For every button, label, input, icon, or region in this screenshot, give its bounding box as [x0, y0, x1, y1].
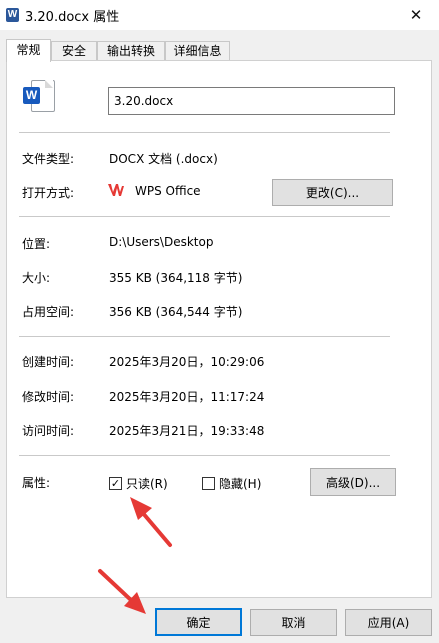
- readonly-label[interactable]: 只读(R): [126, 475, 168, 492]
- created-value: 2025年3月20日，10:29:06: [109, 355, 265, 369]
- general-panel: W 文件类型: DOCX 文档 (.docx) 打开方式: WPS Office…: [6, 60, 432, 598]
- file-type-label: 文件类型:: [22, 152, 75, 166]
- tab-output-conversion[interactable]: 输出转换: [97, 41, 165, 60]
- hidden-checkbox[interactable]: [202, 477, 215, 490]
- divider: [19, 132, 390, 133]
- window-title: 3.20.docx 属性: [25, 10, 120, 25]
- accessed-label: 访问时间:: [22, 424, 75, 438]
- readonly-checkbox[interactable]: ✓: [109, 477, 122, 490]
- tab-general[interactable]: 常规: [6, 39, 51, 62]
- cancel-button[interactable]: 取消: [250, 609, 337, 636]
- tab-details[interactable]: 详细信息: [165, 41, 230, 60]
- change-button[interactable]: 更改(C)...: [272, 179, 393, 206]
- tab-security[interactable]: 安全: [51, 41, 97, 60]
- divider: [19, 455, 390, 456]
- close-button[interactable]: ✕: [393, 0, 439, 30]
- size-value: 355 KB (364,118 字节): [109, 271, 243, 285]
- location-label: 位置:: [22, 237, 51, 251]
- apply-button[interactable]: 应用(A): [345, 609, 432, 636]
- divider: [19, 216, 390, 217]
- attributes-label: 属性:: [22, 476, 51, 490]
- disk-size-label: 占用空间:: [22, 305, 75, 319]
- location-value: D:\Users\Desktop: [109, 235, 214, 249]
- modified-value: 2025年3月20日，11:17:24: [109, 390, 265, 404]
- disk-size-value: 356 KB (364,544 字节): [109, 305, 243, 319]
- modified-label: 修改时间:: [22, 390, 75, 404]
- advanced-button[interactable]: 高级(D)...: [310, 468, 396, 496]
- hidden-label[interactable]: 隐藏(H): [219, 475, 261, 492]
- wps-icon: [108, 183, 126, 199]
- title-bar: W 3.20.docx 属性 ✕: [0, 0, 439, 30]
- size-label: 大小:: [22, 271, 51, 285]
- word-app-icon: W: [6, 8, 19, 22]
- file-type-value: DOCX 文档 (.docx): [109, 152, 218, 166]
- filename-input[interactable]: [108, 87, 395, 115]
- word-doc-icon: W: [23, 79, 57, 112]
- opens-with-label: 打开方式:: [22, 186, 75, 200]
- ok-button[interactable]: 确定: [155, 608, 242, 636]
- divider: [19, 336, 390, 337]
- accessed-value: 2025年3月21日，19:33:48: [109, 424, 265, 438]
- opens-with-app: WPS Office: [135, 184, 201, 198]
- created-label: 创建时间:: [22, 355, 75, 369]
